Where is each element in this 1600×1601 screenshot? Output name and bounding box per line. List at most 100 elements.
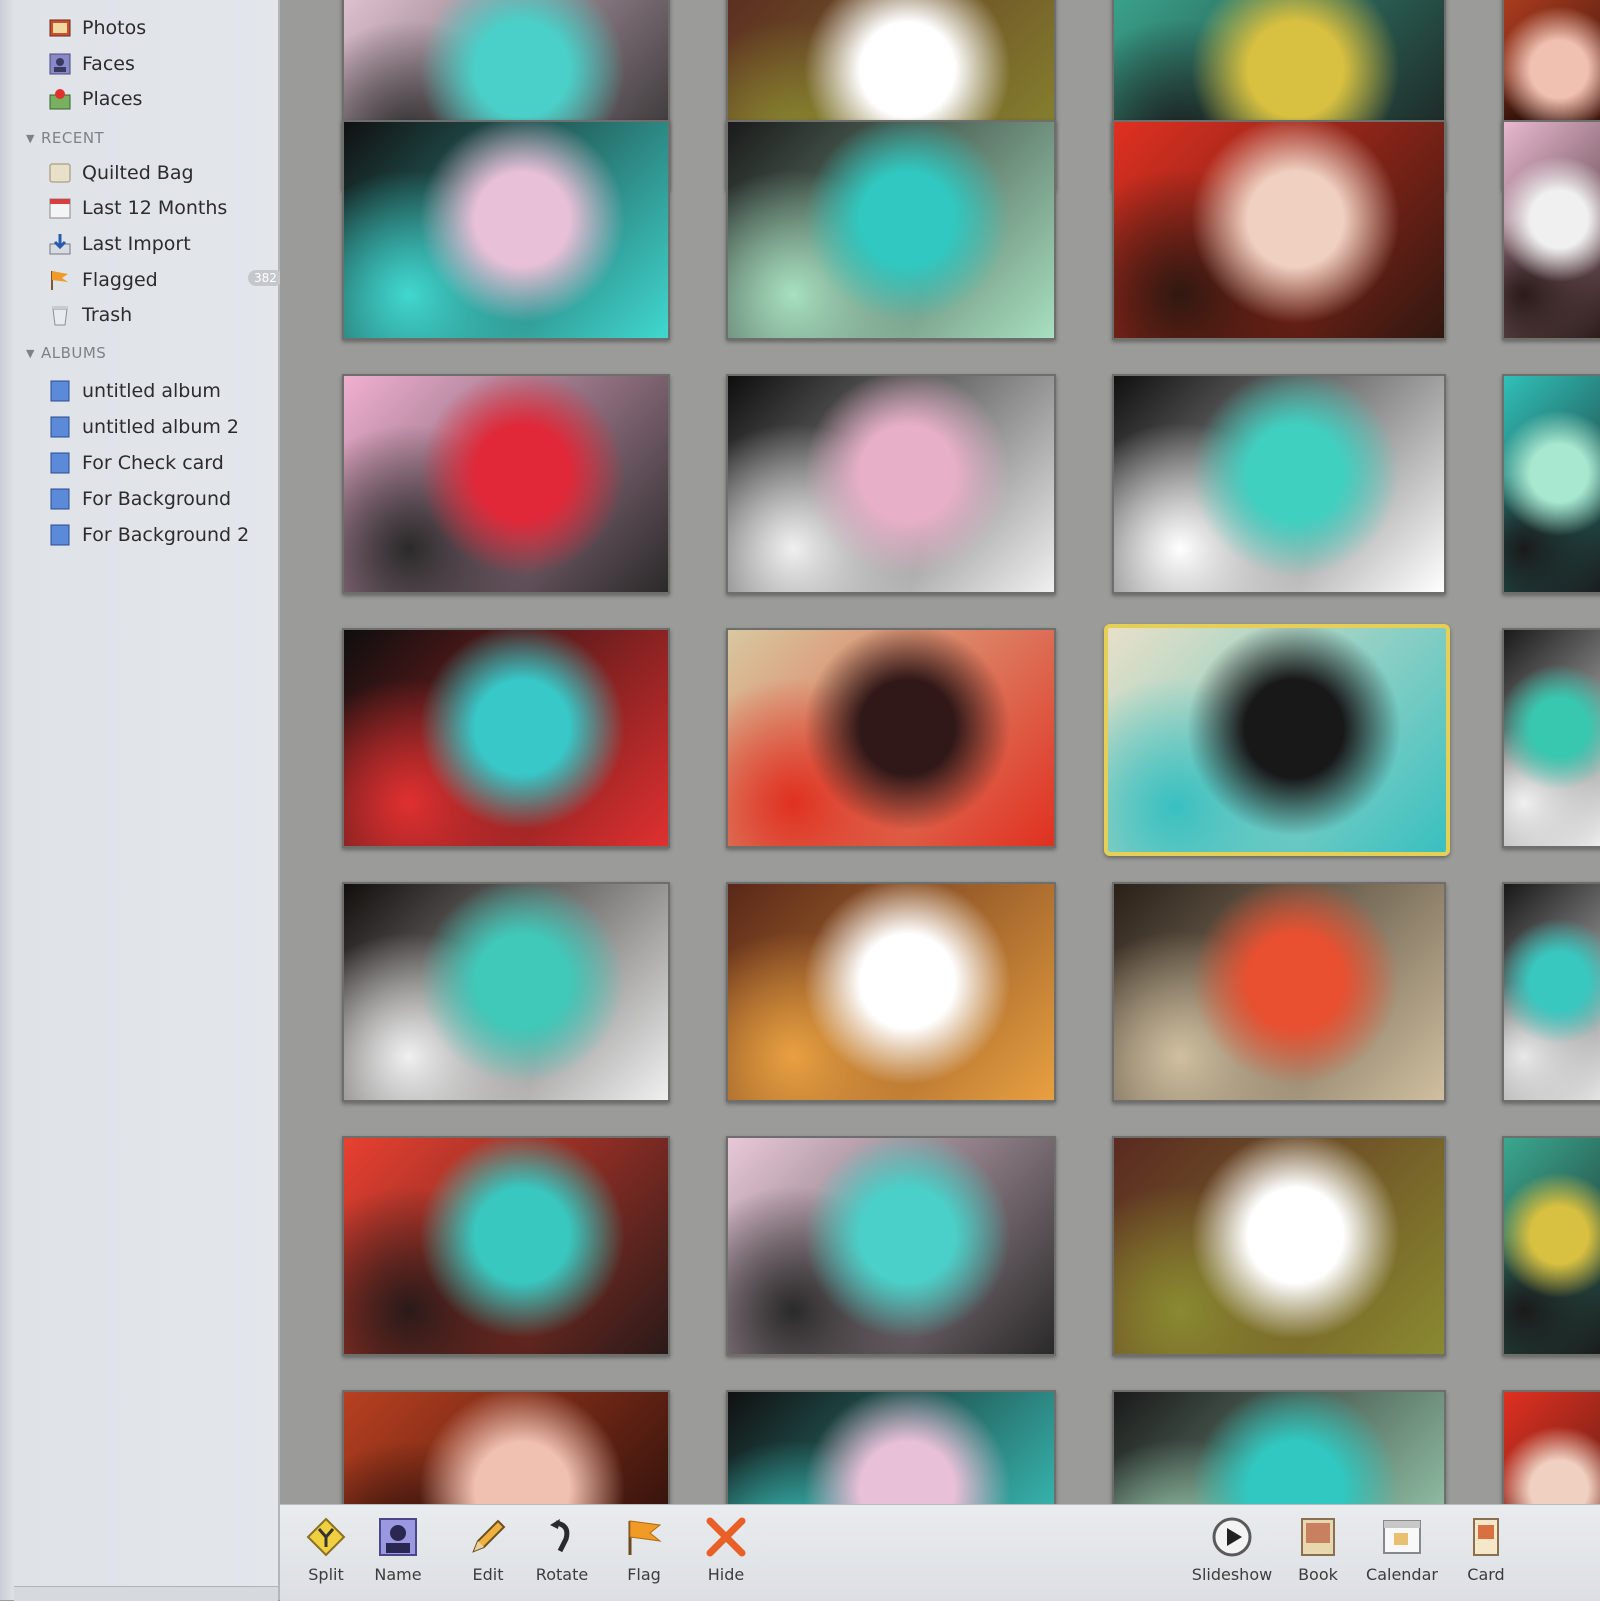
toolbar-label: Hide: [707, 1565, 745, 1584]
sidebar-item-last-import[interactable]: Last Import: [48, 227, 191, 261]
rotate-button[interactable]: Rotate: [520, 1515, 604, 1597]
sidebar-item-label: For Check card: [82, 452, 224, 474]
toolbar-label: Slideshow: [1191, 1565, 1273, 1584]
section-title: RECENT: [40, 129, 105, 147]
photo-thumbnail[interactable]: [1502, 628, 1600, 848]
album-icon: [48, 415, 72, 439]
album-icon: [48, 451, 72, 475]
disclosure-triangle-icon: ▼: [26, 131, 35, 145]
photo-thumbnail[interactable]: [1112, 120, 1446, 340]
photo-thumbnail[interactable]: [1502, 1390, 1600, 1504]
edit-button[interactable]: Edit: [446, 1515, 530, 1597]
section-header-albums[interactable]: ▼ ALBUMS: [26, 340, 106, 366]
sidebar-item-flagged[interactable]: Flagged: [48, 263, 158, 297]
photo-thumbnail[interactable]: [726, 628, 1056, 848]
toolbar-label: Card: [1467, 1565, 1505, 1584]
photo-thumbnail[interactable]: [342, 628, 670, 848]
album-icon: [48, 487, 72, 511]
sidebar-item-untitled-album[interactable]: untitled album: [48, 374, 221, 408]
book-icon: [1301, 1518, 1335, 1556]
pencil-icon: [472, 1519, 506, 1553]
photo-thumbnail[interactable]: [1502, 374, 1600, 594]
book-button[interactable]: Book: [1276, 1515, 1360, 1597]
sidebar-status-bar: [14, 1586, 278, 1601]
sidebar-item-label: Photos: [82, 17, 147, 39]
hide-button[interactable]: Hide: [684, 1515, 768, 1597]
sidebar-item-photos[interactable]: Photos: [48, 11, 146, 45]
photo-thumbnail[interactable]: [342, 120, 670, 340]
places-icon: [48, 87, 72, 111]
hide-x-icon: [706, 1517, 746, 1557]
photo-thumbnail[interactable]: [726, 882, 1056, 1102]
photo-thumbnail[interactable]: [1112, 1136, 1446, 1356]
slideshow-button[interactable]: Slideshow: [1180, 1515, 1284, 1597]
sidebar-item-label: Places: [82, 88, 143, 110]
calendar-icon: [1383, 1520, 1421, 1554]
photo-thumbnail[interactable]: [342, 882, 670, 1102]
flag-icon: [48, 268, 72, 292]
faces-icon: [48, 52, 72, 76]
photo-thumbnail[interactable]: [1112, 882, 1446, 1102]
photo-grid: [280, 0, 1600, 1504]
sidebar-item-label: For Background: [82, 488, 232, 510]
photo-thumbnail[interactable]: [342, 1390, 670, 1504]
calendar-button[interactable]: Calendar: [1360, 1515, 1444, 1597]
disclosure-triangle-icon: ▼: [26, 346, 35, 360]
event-icon: [48, 161, 72, 185]
flagged-count-badge: 382: [248, 270, 283, 286]
sidebar-item-label: Flagged: [82, 269, 158, 291]
name-button[interactable]: Name: [356, 1515, 440, 1597]
calendar-icon: [48, 196, 72, 220]
section-title: ALBUMS: [40, 344, 107, 362]
sidebar-item-for-background[interactable]: For Background: [48, 482, 231, 516]
sidebar-item-label: Quilted Bag: [82, 162, 194, 184]
card-button[interactable]: Card: [1444, 1515, 1528, 1597]
photo-thumbnail[interactable]: [342, 374, 670, 594]
play-icon: [1212, 1517, 1252, 1557]
toolbar-label: Calendar: [1366, 1565, 1438, 1584]
sidebar-item-label: Last 12 Months: [82, 197, 228, 219]
flag-icon: [628, 1520, 662, 1555]
import-icon: [48, 232, 72, 256]
photo-thumbnail[interactable]: [1502, 1136, 1600, 1356]
sidebar-item-trash[interactable]: Trash: [48, 298, 132, 332]
photo-thumbnail[interactable]: [1502, 882, 1600, 1102]
photo-thumbnail[interactable]: [726, 1390, 1056, 1504]
photo-thumbnail[interactable]: [342, 1136, 670, 1356]
sidebar-item-label: Faces: [82, 53, 135, 75]
sidebar-item-label: Last Import: [82, 233, 191, 255]
rotate-icon: [550, 1519, 570, 1553]
trash-icon: [48, 303, 72, 327]
sidebar-item-for-check-card[interactable]: For Check card: [48, 446, 224, 480]
sidebar-item-for-background-2[interactable]: For Background 2: [48, 518, 249, 552]
photo-thumbnail[interactable]: [726, 374, 1056, 594]
sidebar-item-label: untitled album: [82, 380, 221, 402]
sidebar-item-untitled-album-2[interactable]: untitled album 2: [48, 410, 239, 444]
name-icon: [379, 1518, 417, 1556]
source-list-sidebar: Photos Faces Places ▼ RECENT Quilted Bag…: [0, 0, 283, 1601]
toolbar-label: Rotate: [535, 1565, 589, 1584]
split-icon: [306, 1517, 346, 1557]
card-icon: [1473, 1518, 1499, 1556]
section-header-recent[interactable]: ▼ RECENT: [26, 125, 104, 151]
photo-thumbnail[interactable]: [1112, 374, 1446, 594]
photo-thumbnail[interactable]: [1502, 120, 1600, 340]
toolbar-label: Split: [308, 1565, 344, 1584]
toolbar-label: Book: [1298, 1565, 1338, 1584]
sidebar-item-last-12-months[interactable]: Last 12 Months: [48, 191, 227, 225]
bottom-toolbar: Split Name Edit Rotate Flag Hide Slidesh…: [280, 1504, 1600, 1601]
toolbar-label: Edit: [472, 1565, 504, 1584]
sidebar-item-faces[interactable]: Faces: [48, 47, 135, 81]
toolbar-label: Flag: [627, 1565, 661, 1584]
sidebar-item-quilted-bag[interactable]: Quilted Bag: [48, 156, 194, 190]
photo-thumbnail[interactable]: [726, 120, 1056, 340]
photo-thumbnail[interactable]: [1112, 1390, 1446, 1504]
sidebar-item-label: For Background 2: [82, 524, 250, 546]
toolbar-label: Name: [374, 1565, 422, 1584]
sidebar-item-label: untitled album 2: [82, 416, 239, 438]
sidebar-item-places[interactable]: Places: [48, 82, 142, 116]
album-icon: [48, 379, 72, 403]
photo-thumbnail-selected[interactable]: [1104, 624, 1450, 856]
photo-thumbnail[interactable]: [726, 1136, 1056, 1356]
flag-button[interactable]: Flag: [602, 1515, 686, 1597]
